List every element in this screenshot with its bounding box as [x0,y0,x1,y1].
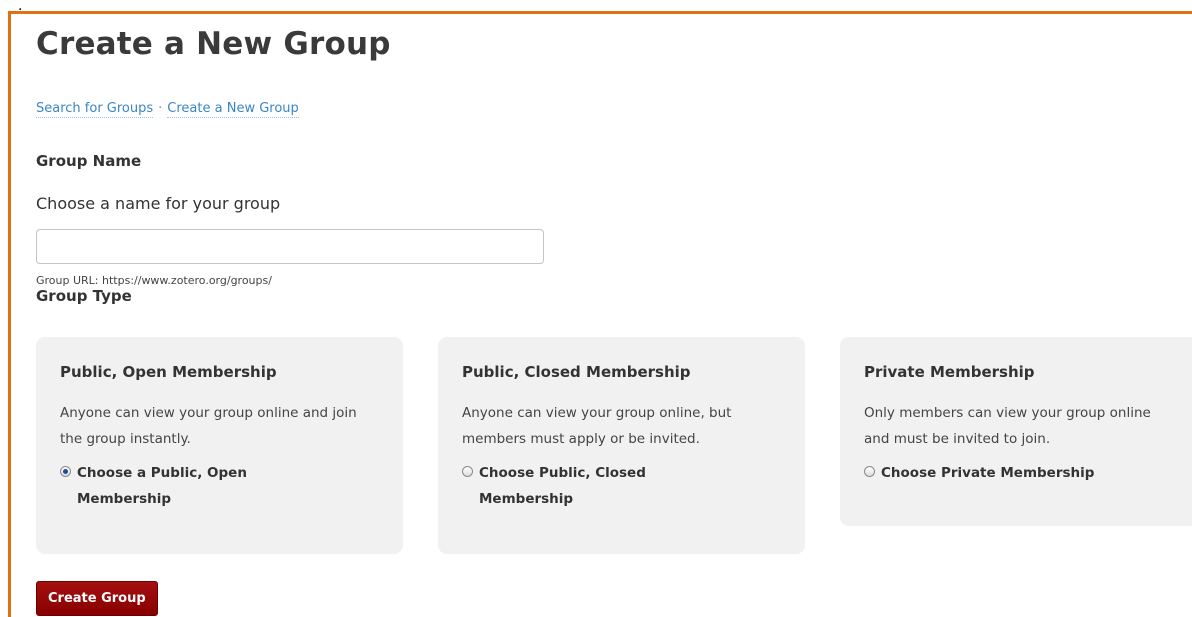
breadcrumb-separator: · [158,101,163,116]
radio-public-closed[interactable] [462,466,473,477]
page-title: Create a New Group [36,26,391,62]
group-name-label: Choose a name for your group [36,194,281,213]
choice-label[interactable]: Choose Private Membership [881,460,1181,486]
choice-private[interactable]: Choose Private Membership [864,460,1186,486]
group-type-card-public-closed: Public, Closed Membership Anyone can vie… [438,337,805,554]
card-description: Only members can view your group online … [864,405,1151,447]
create-group-button[interactable]: Create Group [36,581,158,616]
group-type-card-private: Private Membership Only members can view… [840,337,1192,526]
breadcrumb-create-group-link[interactable]: Create a New Group [167,101,299,118]
card-description: Anyone can view your group online and jo… [60,405,357,447]
breadcrumb-search-groups-link[interactable]: Search for Groups [36,101,154,118]
card-title: Public, Open Membership [60,363,277,381]
choice-label[interactable]: Choose Public, Closed Membership [479,460,719,512]
radio-public-open[interactable] [60,466,71,477]
choice-public-closed[interactable]: Choose Public, Closed Membership [462,460,781,512]
group-type-heading: Group Type [36,287,132,305]
group-name-input[interactable] [36,229,544,264]
choice-label[interactable]: Choose a Public, Open Membership [77,460,317,512]
card-title: Public, Closed Membership [462,363,691,381]
card-title: Private Membership [864,363,1035,381]
group-type-card-public-open: Public, Open Membership Anyone can view … [36,337,403,554]
group-url-hint: Group URL: https://www.zotero.org/groups… [36,274,272,287]
group-name-heading: Group Name [36,152,142,170]
choice-public-open[interactable]: Choose a Public, Open Membership [60,460,379,512]
radio-private[interactable] [864,466,875,477]
page-frame: Create a New Group Search for Groups · Cre… [8,11,1192,617]
card-description: Anyone can view your group online, but m… [462,405,732,447]
breadcrumb: Search for Groups · Create a New Group [36,101,299,118]
